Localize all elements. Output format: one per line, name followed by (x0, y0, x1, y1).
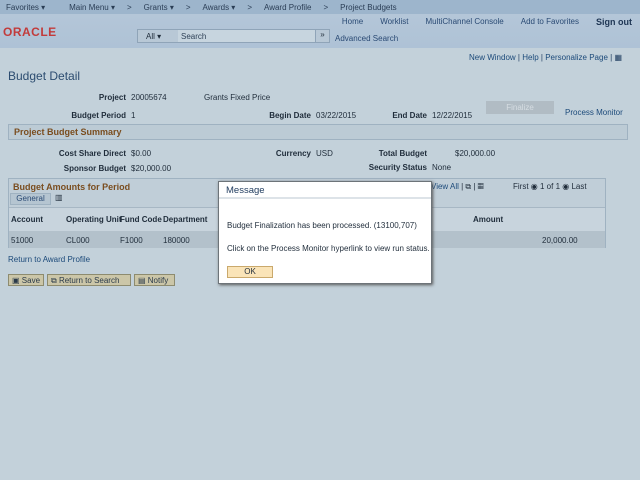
grid-title: Budget Amounts for Period (13, 182, 131, 192)
worklist-link[interactable]: Worklist (380, 17, 408, 27)
process-monitor-link[interactable]: Process Monitor (565, 108, 623, 117)
period-label: Budget Period (71, 111, 126, 120)
help-link[interactable]: Help (522, 53, 538, 62)
header: ORACLE Home Worklist MultiChannel Consol… (0, 14, 640, 48)
cell-account: 51000 (11, 236, 34, 245)
notify-button[interactable]: ▤ Notify (134, 274, 175, 286)
add-favorites-link[interactable]: Add to Favorites (521, 17, 579, 27)
dialog-message-2: Click on the Process Monitor hyperlink t… (227, 244, 430, 253)
sign-out-link[interactable]: Sign out (596, 17, 632, 27)
return-to-search-button[interactable]: ⧉ Return to Search (47, 274, 131, 286)
csd-label: Cost Share Direct (58, 149, 126, 158)
page-title: Budget Detail (8, 69, 81, 83)
sponsor-value: $20,000.00 (131, 164, 172, 173)
project-label: Project (98, 93, 126, 102)
security-label: Security Status (368, 163, 427, 172)
project-desc: Grants Fixed Price (204, 93, 271, 102)
message-dialog: Message Budget Finalization has been pro… (218, 181, 432, 284)
nav-sep: > (126, 2, 132, 12)
total-value: $20,000.00 (455, 149, 496, 158)
home-link[interactable]: Home (342, 17, 363, 27)
cell-operating-unit: CL000 (66, 236, 90, 245)
col-account: Account (11, 215, 43, 224)
begin-label: Begin Date (269, 111, 311, 120)
nav-grants[interactable]: Grants ▾ (144, 3, 174, 12)
multichannel-link[interactable]: MultiChannel Console (425, 17, 503, 27)
cell-amount: 20,000.00 (542, 236, 578, 245)
nav-award-profile[interactable]: Award Profile (264, 3, 311, 12)
project-value: 20005674 (131, 93, 167, 102)
show-all-columns-icon[interactable]: ▥ (55, 193, 63, 202)
dialog-title: Message (219, 182, 431, 199)
oracle-logo: ORACLE (3, 25, 57, 39)
search-bar: All ▾ Search » (137, 29, 330, 43)
nav-main-menu[interactable]: Main Menu ▾ (69, 3, 115, 12)
begin-value: 03/22/2015 (316, 111, 357, 120)
dialog-message: Budget Finalization has been processed. … (227, 221, 417, 230)
first-link[interactable]: First (513, 182, 529, 191)
currency-value: USD (316, 149, 333, 158)
cell-department: 180000 (163, 236, 190, 245)
cell-fund-code: F1000 (120, 236, 143, 245)
csd-value: $0.00 (131, 149, 152, 158)
grid-icon[interactable]: ▦ (614, 53, 622, 62)
search-scope-select[interactable]: All ▾ (138, 30, 178, 42)
end-label: End Date (392, 111, 427, 120)
row-count: 1 of 1 (540, 182, 561, 191)
ok-button[interactable]: OK (227, 266, 273, 278)
advanced-search-link[interactable]: Advanced Search (335, 34, 398, 43)
nav-awards[interactable]: Awards ▾ (203, 3, 236, 12)
tab-general[interactable]: General (10, 193, 51, 205)
period-value: 1 (131, 111, 136, 120)
return-award-profile-link[interactable]: Return to Award Profile (8, 255, 90, 264)
new-window-link[interactable]: New Window (469, 53, 516, 62)
nav-sep: > (185, 2, 191, 12)
search-go-icon[interactable]: » (315, 30, 329, 42)
nav-sep: > (247, 2, 252, 12)
col-amount: Amount (473, 215, 504, 224)
last-link[interactable]: Last (571, 182, 586, 191)
personalize-link[interactable]: Personalize Page (545, 53, 608, 62)
summary-header: Project Budget Summary (8, 124, 628, 140)
view-all-link[interactable]: View All (431, 182, 459, 191)
breadcrumb-nav: Favorites ▾ Main Menu ▾ > Grants ▾ > Awa… (0, 0, 640, 14)
currency-label: Currency (275, 149, 311, 158)
col-operating-unit: Operating Unit (66, 215, 122, 224)
nav-favorites[interactable]: Favorites ▾ (6, 3, 45, 12)
end-value: 12/22/2015 (432, 111, 473, 120)
search-input[interactable]: Search (178, 30, 315, 42)
sponsor-label: Sponsor Budget (63, 164, 126, 173)
nav-project-budgets[interactable]: Project Budgets (340, 3, 396, 12)
security-value: None (432, 163, 452, 172)
save-button[interactable]: ▣ Save (8, 274, 45, 286)
nav-sep: > (323, 2, 329, 12)
total-label: Total Budget (378, 149, 427, 158)
col-fund-code: Fund Code (120, 215, 162, 224)
col-department: Department (163, 215, 208, 224)
finalize-button[interactable]: Finalize (486, 101, 554, 114)
